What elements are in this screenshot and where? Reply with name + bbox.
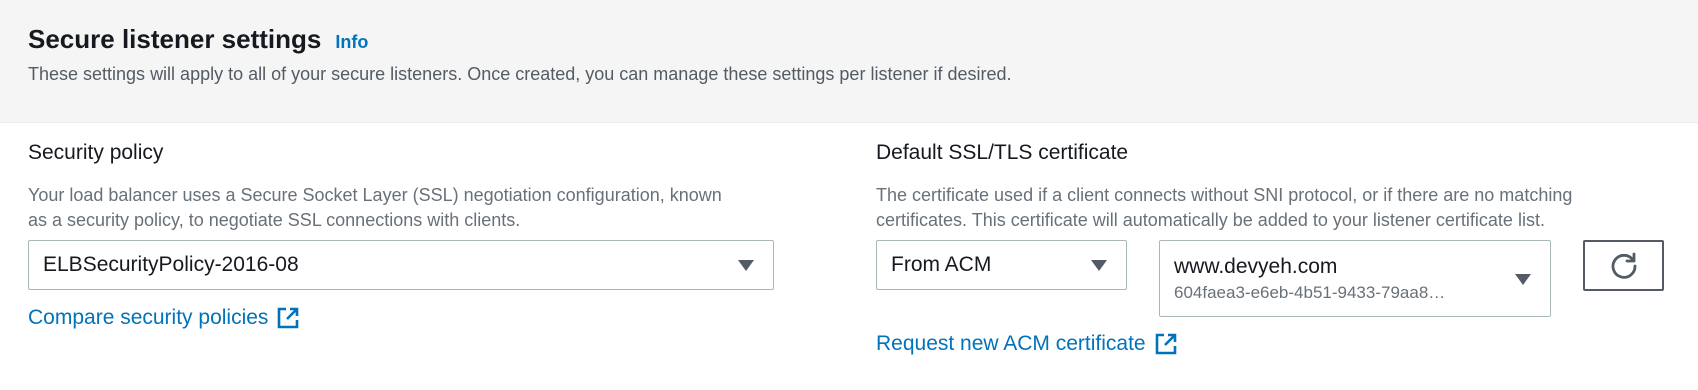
caret-down-icon	[1091, 260, 1107, 271]
refresh-icon	[1611, 252, 1636, 279]
refresh-button[interactable]	[1583, 240, 1664, 291]
caret-down-icon	[1515, 274, 1531, 285]
compare-security-policies-link[interactable]: Compare security policies	[28, 306, 300, 330]
request-acm-certificate-label: Request new ACM certificate	[876, 332, 1146, 355]
certificate-help-line1: The certificate used if a client connect…	[876, 185, 1573, 205]
certificate-source-select[interactable]: From ACM	[876, 240, 1127, 290]
info-link[interactable]: Info	[335, 32, 368, 53]
certificate-name: www.devyeh.com	[1174, 254, 1338, 278]
caret-down-icon	[738, 260, 754, 271]
section-header: Secure listener settings Info These sett…	[0, 0, 1698, 123]
security-policy-value: ELBSecurityPolicy-2016-08	[43, 253, 299, 276]
security-policy-help-line1: Your load balancer uses a Secure Socket …	[28, 185, 722, 205]
certificate-id: 604faea3-e6eb-4b51-9433-79aa8…	[1174, 282, 1446, 302]
certificate-label: Default SSL/TLS certificate	[876, 141, 1129, 164]
external-link-icon	[278, 307, 299, 329]
request-acm-certificate-link[interactable]: Request new ACM certificate	[876, 332, 1178, 356]
security-policy-help-line2: as a security policy, to negotiate SSL c…	[28, 210, 521, 230]
certificate-source-value: From ACM	[891, 253, 992, 276]
security-policy-label: Security policy	[28, 141, 164, 164]
external-link-icon	[1155, 333, 1176, 355]
security-policy-select[interactable]: ELBSecurityPolicy-2016-08	[28, 240, 774, 290]
certificate-select[interactable]: www.devyeh.com 604faea3-e6eb-4b51-9433-7…	[1159, 240, 1551, 317]
section-title: Secure listener settings	[28, 24, 322, 54]
compare-security-policies-label: Compare security policies	[28, 306, 269, 329]
title-row: Secure listener settings Info	[28, 24, 368, 55]
section-description: These settings will apply to all of your…	[28, 64, 1012, 84]
certificate-help-line2: certificates. This certificate will auto…	[876, 210, 1545, 230]
